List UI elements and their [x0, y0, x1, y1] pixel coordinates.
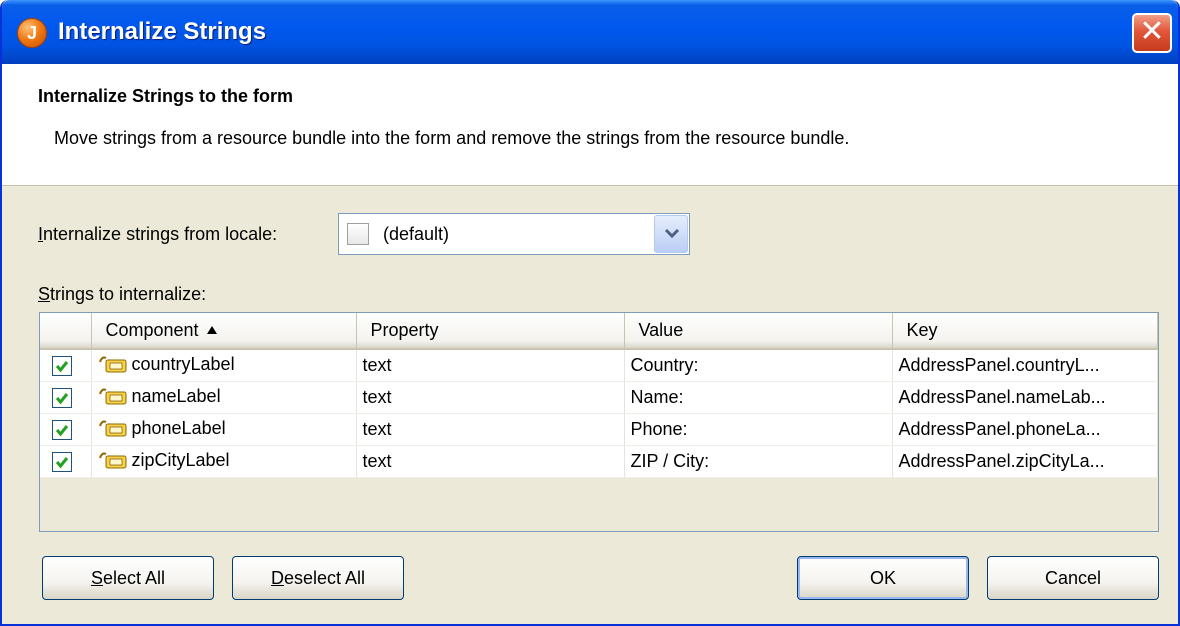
property-cell: text — [356, 381, 625, 414]
checkmark-icon — [55, 392, 69, 404]
key-cell: AddressPanel.countryL... — [892, 349, 1158, 382]
component-cell: phoneLabel — [91, 413, 357, 446]
close-icon: ✕ — [1139, 14, 1165, 49]
component-cell: countryLabel — [91, 349, 357, 382]
dialog-header: Internalize Strings to the form Move str… — [2, 64, 1178, 186]
table-row[interactable]: nameLabel text Name: AddressPanel.nameLa… — [40, 381, 1158, 414]
label-component-icon — [98, 356, 126, 373]
property-cell: text — [356, 413, 625, 446]
row-checkbox-cell[interactable] — [40, 349, 92, 382]
row-checkbox-cell[interactable] — [40, 445, 92, 478]
ok-button[interactable]: OK — [797, 556, 969, 600]
close-button[interactable]: ✕ — [1132, 13, 1172, 53]
checkbox[interactable] — [52, 355, 72, 376]
value-cell: ZIP / City: — [624, 445, 893, 478]
column-header-component[interactable]: Component — [91, 313, 357, 350]
component-name: zipCityLabel — [131, 449, 230, 470]
strings-table[interactable]: Component Property Value Key countryLabe… — [39, 312, 1159, 532]
component-name: nameLabel — [131, 385, 221, 406]
chevron-down-icon — [664, 228, 680, 239]
value-cell: Name: — [624, 381, 893, 414]
deselect-all-mnemonic: D — [270, 568, 284, 588]
key-cell: AddressPanel.nameLab... — [892, 381, 1158, 414]
checkmark-icon — [55, 456, 69, 468]
checkbox[interactable] — [52, 387, 72, 408]
locale-label-text: nternalize strings from locale: — [43, 224, 278, 244]
strings-label: Strings to internalize: — [38, 284, 206, 305]
locale-value: (default) — [383, 224, 450, 244]
row-checkbox-cell[interactable] — [40, 413, 92, 446]
window-title: Internalize Strings — [58, 18, 267, 45]
label-component-icon — [98, 388, 126, 405]
select-all-label: elect All — [102, 568, 166, 588]
checkmark-icon — [55, 424, 69, 436]
locale-flag-icon — [347, 223, 369, 245]
header-title: Internalize Strings to the form — [38, 86, 294, 106]
cancel-button[interactable]: Cancel — [987, 556, 1159, 600]
strings-grid: Component Property Value Key countryLabe… — [40, 313, 1158, 478]
checkbox[interactable] — [52, 419, 72, 440]
table-row[interactable]: countryLabel text Country: AddressPanel.… — [40, 349, 1158, 382]
table-row[interactable]: phoneLabel text Phone: AddressPanel.phon… — [40, 413, 1158, 446]
table-header-row: Component Property Value Key — [40, 313, 1158, 350]
select-all-button[interactable]: Select All — [42, 556, 214, 600]
header-description: Move strings from a resource bundle into… — [54, 128, 850, 148]
app-icon: J — [17, 18, 47, 48]
strings-label-mnemonic: S — [38, 284, 51, 304]
strings-label-text: trings to internalize: — [50, 284, 207, 304]
component-cell: nameLabel — [91, 381, 357, 414]
value-cell: Country: — [624, 349, 893, 382]
select-all-mnemonic: S — [90, 568, 103, 588]
column-header-value[interactable]: Value — [624, 313, 893, 350]
deselect-all-button[interactable]: Deselect All — [232, 556, 404, 600]
sort-ascending-icon — [206, 326, 217, 334]
checkmark-icon — [55, 360, 69, 373]
component-name: phoneLabel — [131, 417, 226, 438]
label-component-icon — [98, 452, 126, 469]
column-header-select[interactable] — [40, 313, 92, 350]
component-name: countryLabel — [131, 354, 235, 375]
deselect-all-label: eselect All — [283, 568, 366, 588]
locale-label: Internalize strings from locale: — [38, 224, 277, 245]
column-header-key[interactable]: Key — [892, 313, 1158, 350]
row-checkbox-cell[interactable] — [40, 381, 92, 414]
dialog-window: J Internalize Strings ✕ Internalize Stri… — [0, 0, 1180, 626]
property-cell: text — [356, 349, 625, 382]
title-bar[interactable]: J Internalize Strings ✕ — [2, 0, 1178, 64]
key-cell: AddressPanel.phoneLa... — [892, 413, 1158, 446]
key-cell: AddressPanel.zipCityLa... — [892, 445, 1158, 478]
table-row[interactable]: zipCityLabel text ZIP / City: AddressPan… — [40, 445, 1158, 478]
value-cell: Phone: — [624, 413, 893, 446]
label-component-icon — [98, 420, 126, 437]
component-cell: zipCityLabel — [91, 445, 357, 478]
checkbox[interactable] — [52, 451, 72, 472]
column-header-label: Component — [105, 320, 199, 340]
locale-select[interactable]: (default) — [338, 213, 690, 255]
column-header-property[interactable]: Property — [356, 313, 625, 350]
locale-dropdown-button[interactable] — [654, 215, 688, 253]
property-cell: text — [356, 445, 625, 478]
